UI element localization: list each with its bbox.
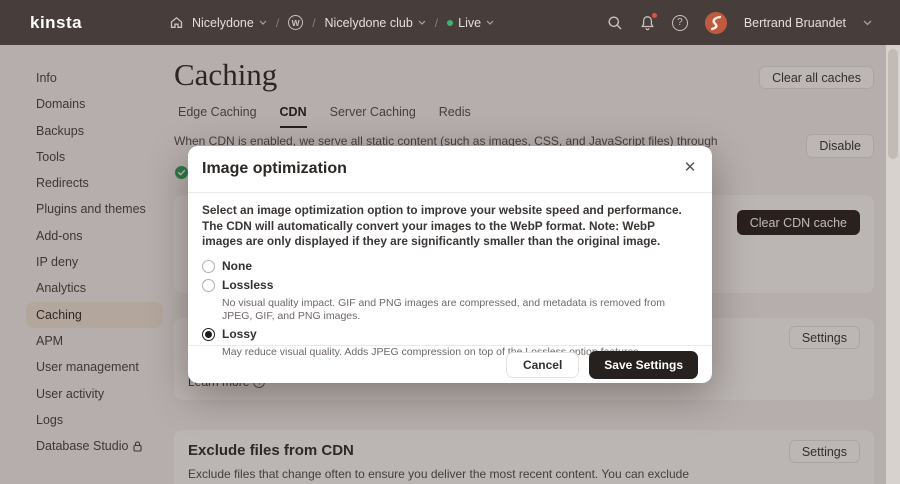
breadcrumb-site[interactable]: Nicelydone club: [325, 16, 426, 30]
breadcrumb-separator: /: [434, 15, 439, 30]
notifications-bell-icon[interactable]: [640, 12, 657, 31]
avatar[interactable]: [704, 11, 727, 34]
close-icon[interactable]: ✕: [678, 156, 702, 180]
user-menu-chevron-icon[interactable]: [863, 20, 872, 26]
top-bar: kinsta Nicelydone / W / Nicelydone club …: [0, 0, 900, 45]
search-icon[interactable]: [607, 15, 623, 31]
optimization-options: None Lossless No visual quality impact. …: [202, 259, 698, 359]
top-bar-actions: ? Bertrand Bruandet: [607, 11, 872, 34]
home-icon[interactable]: [170, 16, 183, 29]
vertical-scrollbar[interactable]: [886, 45, 900, 484]
breadcrumb: Nicelydone / W / Nicelydone club / Live: [170, 15, 494, 30]
main-area: Info Domains Backups Tools Redirects Plu…: [0, 45, 900, 484]
chevron-down-icon: [418, 20, 426, 25]
breadcrumb-company[interactable]: Nicelydone: [192, 16, 267, 30]
radio-button-icon: [202, 259, 215, 273]
save-settings-button[interactable]: Save Settings: [589, 350, 698, 379]
radio-button-selected-icon: [202, 327, 215, 341]
user-name[interactable]: Bertrand Bruandet: [744, 16, 846, 30]
image-optimization-modal: Image optimization ✕ Select an image opt…: [188, 146, 712, 383]
breadcrumb-site-label: Nicelydone club: [324, 15, 413, 30]
chevron-down-icon: [259, 20, 267, 25]
radio-button-icon: [202, 278, 215, 292]
lossless-description: No visual quality impact. GIF and PNG im…: [222, 296, 665, 322]
live-status-dot: [447, 19, 454, 26]
help-icon[interactable]: ?: [671, 14, 688, 31]
environment-label: Live: [458, 15, 482, 30]
environment-selector[interactable]: Live: [447, 16, 494, 30]
notification-badge-dot: [651, 12, 657, 18]
wordpress-icon[interactable]: W: [288, 15, 304, 30]
chevron-down-icon: [486, 20, 494, 25]
radio-option-none[interactable]: None: [202, 259, 698, 274]
scrollbar-thumb[interactable]: [888, 49, 898, 159]
cancel-button[interactable]: Cancel: [505, 351, 580, 378]
breadcrumb-separator: /: [312, 15, 316, 30]
breadcrumb-company-label: Nicelydone: [192, 15, 254, 30]
modal-footer: Cancel Save Settings: [188, 345, 712, 383]
modal-title: Image optimization: [202, 160, 347, 177]
radio-option-lossless[interactable]: Lossless: [202, 278, 698, 293]
breadcrumb-separator: /: [275, 15, 280, 30]
modal-description: Select an image optimization option to i…: [202, 203, 682, 248]
kinsta-logo[interactable]: kinsta: [30, 13, 82, 33]
modal-header: Image optimization ✕: [188, 146, 712, 193]
modal-body: Select an image optimization option to i…: [188, 193, 712, 359]
radio-option-lossy[interactable]: Lossy: [202, 327, 698, 342]
